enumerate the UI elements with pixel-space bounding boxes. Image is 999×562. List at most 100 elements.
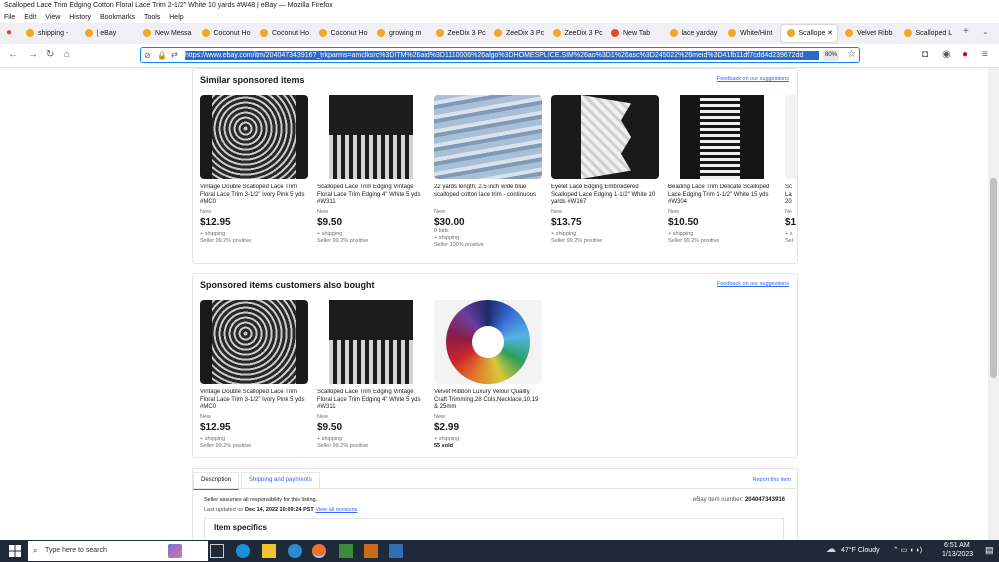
menu-edit[interactable]: Edit: [24, 14, 36, 21]
item-title[interactable]: Sc La 20: [785, 184, 797, 207]
scrollbar-thumb[interactable]: [990, 178, 997, 378]
browser-tab[interactable]: New Tab: [605, 25, 662, 42]
task-view-icon[interactable]: [210, 544, 224, 558]
product-image[interactable]: [317, 300, 425, 384]
item-condition: New: [434, 414, 446, 420]
similar-item-card[interactable]: Beading Lace Trim Delicate Scalloped Lac…: [668, 95, 776, 245]
item-specifics-title: Item specifics: [214, 523, 267, 532]
browser-tab[interactable]: ZeeDix 3 Pc: [547, 25, 604, 42]
home-icon[interactable]: ⌂: [64, 49, 70, 61]
browser-tab[interactable]: Scalloped L: [898, 25, 955, 42]
similar-item-card[interactable]: Vintage Double Scalloped Lace Trim Flora…: [200, 95, 308, 245]
app-icon-orange[interactable]: [364, 544, 378, 558]
app-icon-green[interactable]: [339, 544, 353, 558]
menu-history[interactable]: History: [69, 14, 91, 21]
item-title[interactable]: Vintage Double Scalloped Lace Trim Flora…: [200, 184, 308, 207]
browser-tab[interactable]: Coconut Ho: [196, 25, 253, 42]
browser-tab[interactable]: Coconut Ho: [313, 25, 370, 42]
similar-item-card[interactable]: 22 yards length, 2.5 inch wide blue scal…: [434, 95, 542, 249]
url-bar[interactable]: ⊘ 🔒 ⇄ https://www.ebay.com/itm/204047343…: [140, 47, 860, 63]
also-feedback-link[interactable]: Feedback on our suggestions: [717, 281, 789, 287]
windows-start-icon[interactable]: [8, 544, 22, 558]
browser-tab[interactable]: | eBay: [79, 25, 136, 42]
widget-icon[interactable]: [168, 544, 182, 558]
clock-time[interactable]: 6:51 AM: [944, 542, 970, 549]
product-image[interactable]: [551, 95, 659, 179]
browser-tab[interactable]: growing m: [371, 25, 428, 42]
menu-hamburger-icon[interactable]: ≡: [982, 49, 988, 61]
browser-tab[interactable]: Velvet Ribb: [839, 25, 896, 42]
notifications-icon[interactable]: ▤: [985, 545, 994, 556]
item-title[interactable]: Eyelet Lace Edging Embroidered Scalloped…: [551, 184, 659, 207]
browser-tab[interactable]: shipping -: [20, 25, 77, 42]
tracking-shield-icon[interactable]: ⊘: [144, 50, 151, 62]
report-item-link[interactable]: Report this item: [752, 477, 791, 483]
pocket-icon[interactable]: ◘: [922, 49, 928, 61]
page-scrollbar[interactable]: [988, 68, 999, 540]
menu-view[interactable]: View: [45, 14, 60, 21]
menu-bookmarks[interactable]: Bookmarks: [100, 14, 135, 21]
product-image[interactable]: [785, 95, 797, 179]
edge-icon[interactable]: [236, 544, 250, 558]
product-image[interactable]: [668, 95, 776, 179]
menu-file[interactable]: File: [4, 14, 15, 21]
also-item-card[interactable]: Vintage Double Scalloped Lace Trim Flora…: [200, 300, 308, 450]
item-seller: Seller 99.2% positive: [668, 238, 720, 244]
browser-tab[interactable]: White/Hint: [722, 25, 779, 42]
weather-text[interactable]: 47°F Cloudy: [841, 547, 880, 554]
item-title[interactable]: Vintage Double Scalloped Lace Trim Flora…: [200, 389, 308, 412]
item-title[interactable]: Scalloped Lace Trim Edging Vintage Flora…: [317, 184, 425, 207]
menu-help[interactable]: Help: [169, 14, 183, 21]
system-tray-icons[interactable]: ⌃ ▭ ◖ ◗): [893, 546, 922, 554]
list-tabs-icon[interactable]: ⌄: [982, 26, 989, 38]
file-explorer-icon[interactable]: [262, 544, 276, 558]
firefox-taskbar-icon[interactable]: [312, 544, 326, 558]
taskbar-search-placeholder: Type here to search: [45, 547, 107, 554]
product-image[interactable]: [317, 95, 425, 179]
account-icon[interactable]: ◉: [942, 49, 951, 61]
item-title[interactable]: 22 yards length, 2.5 inch wide blue scal…: [434, 184, 542, 207]
view-revisions-link[interactable]: View all revisions: [315, 507, 357, 513]
item-number-label: eBay item number:: [692, 497, 744, 503]
also-item-card[interactable]: Scalloped Lace Trim Edging Vintage Flora…: [317, 300, 425, 450]
firefox-view-icon[interactable]: ●: [6, 27, 12, 39]
browser-tab[interactable]: Coconut Ho: [254, 25, 311, 42]
app-icon[interactable]: [288, 544, 302, 558]
tab-favicon-icon: [201, 29, 210, 38]
product-image[interactable]: [200, 95, 308, 179]
product-image[interactable]: [200, 300, 308, 384]
menu-tools[interactable]: Tools: [144, 14, 160, 21]
lock-icon[interactable]: 🔒: [157, 50, 167, 62]
app-icon-blue[interactable]: [389, 544, 403, 558]
cloudy-weather-icon[interactable]: ☁: [826, 544, 836, 555]
zoom-level[interactable]: 80%: [823, 50, 840, 61]
item-title[interactable]: Velvet Ribbon Luxury Velour Quality Craf…: [434, 389, 542, 412]
extension-icon[interactable]: ●: [962, 49, 968, 61]
bookmark-star-icon[interactable]: ☆: [847, 49, 856, 61]
browser-tab[interactable]: ZeeDix 3 Pc: [430, 25, 487, 42]
item-title[interactable]: Beading Lace Trim Delicate Scalloped Lac…: [668, 184, 776, 207]
product-image[interactable]: [434, 300, 542, 384]
permissions-icon[interactable]: ⇄: [171, 49, 178, 61]
also-item-card[interactable]: Velvet Ribbon Luxury Velour Quality Craf…: [434, 300, 542, 449]
browser-tab[interactable]: New Messa: [137, 25, 194, 42]
similar-feedback-link[interactable]: Feedback on our suggestions: [717, 76, 789, 82]
browser-tab[interactable]: lace yarday: [664, 25, 721, 42]
url-text[interactable]: https://www.ebay.com/itm/204047343916?_t…: [185, 51, 819, 60]
back-icon[interactable]: ←: [8, 49, 18, 61]
similar-item-card[interactable]: Scalloped Lace Trim Edging Vintage Flora…: [317, 95, 425, 245]
tab-label: ZeeDix 3 Pc: [564, 30, 603, 37]
similar-item-card[interactable]: Eyelet Lace Edging Embroidered Scalloped…: [551, 95, 659, 245]
close-tab-icon[interactable]: ✕: [827, 25, 833, 42]
browser-tab[interactable]: ZeeDix 3 Pc: [488, 25, 545, 42]
browser-tab[interactable]: Scallope ✕: [780, 25, 837, 42]
clock-date[interactable]: 1/13/2023: [942, 551, 973, 558]
tab-shipping-payments[interactable]: Shipping and payments: [241, 472, 320, 488]
similar-item-card-partial[interactable]: Sc La 20 Ne $1 + s Sel: [785, 95, 797, 245]
product-image[interactable]: [434, 95, 542, 179]
forward-icon[interactable]: →: [28, 49, 38, 61]
item-price: $30.00: [434, 217, 465, 228]
new-tab-icon[interactable]: +: [963, 26, 969, 38]
reload-icon[interactable]: ↻: [46, 49, 54, 61]
item-title[interactable]: Scalloped Lace Trim Edging Vintage Flora…: [317, 389, 425, 412]
